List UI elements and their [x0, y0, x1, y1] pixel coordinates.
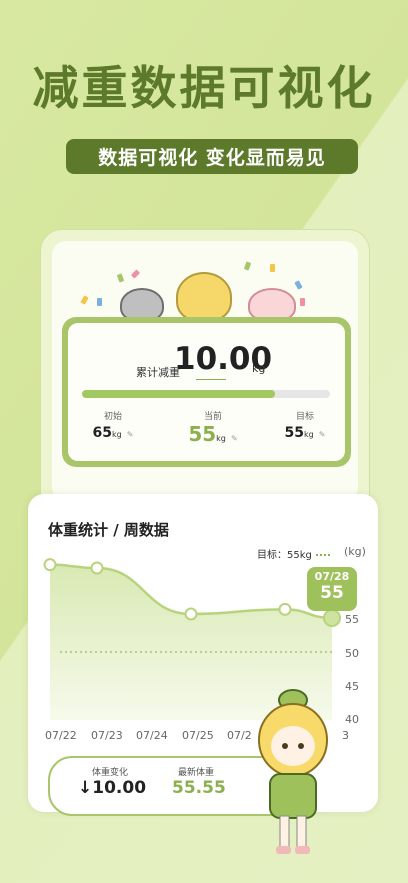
x-tick-label: 3 — [342, 729, 349, 742]
data-point[interactable] — [278, 602, 292, 616]
latest-weight-value: 55.55 — [172, 778, 226, 798]
badge-value: 55 — [320, 583, 344, 603]
data-point[interactable] — [323, 609, 341, 627]
weight-change-value: ↓10.00 — [78, 778, 147, 798]
x-tick-label: 07/24 — [136, 729, 168, 742]
y-tick-label: 50 — [345, 647, 359, 660]
weight-change-label: 体重变化 — [92, 768, 129, 778]
weight-chart-svg — [43, 558, 341, 720]
y-tick-label: 40 — [345, 713, 359, 726]
badge-date: 07/28 — [314, 570, 350, 583]
selected-point-badge: 07/28 55 — [307, 567, 357, 611]
latest-weight-label: 最新体重 — [178, 768, 215, 778]
x-tick-label: 07/23 — [91, 729, 123, 742]
y-tick-label: 45 — [345, 680, 359, 693]
x-tick-label: 07/22 — [45, 729, 77, 742]
y-tick-label: 55 — [345, 613, 359, 626]
data-point[interactable] — [43, 558, 57, 572]
x-tick-label: 07/25 — [182, 729, 214, 742]
mascot-girl-illustration — [258, 689, 328, 854]
data-point[interactable] — [90, 561, 104, 575]
data-point[interactable] — [184, 607, 198, 621]
